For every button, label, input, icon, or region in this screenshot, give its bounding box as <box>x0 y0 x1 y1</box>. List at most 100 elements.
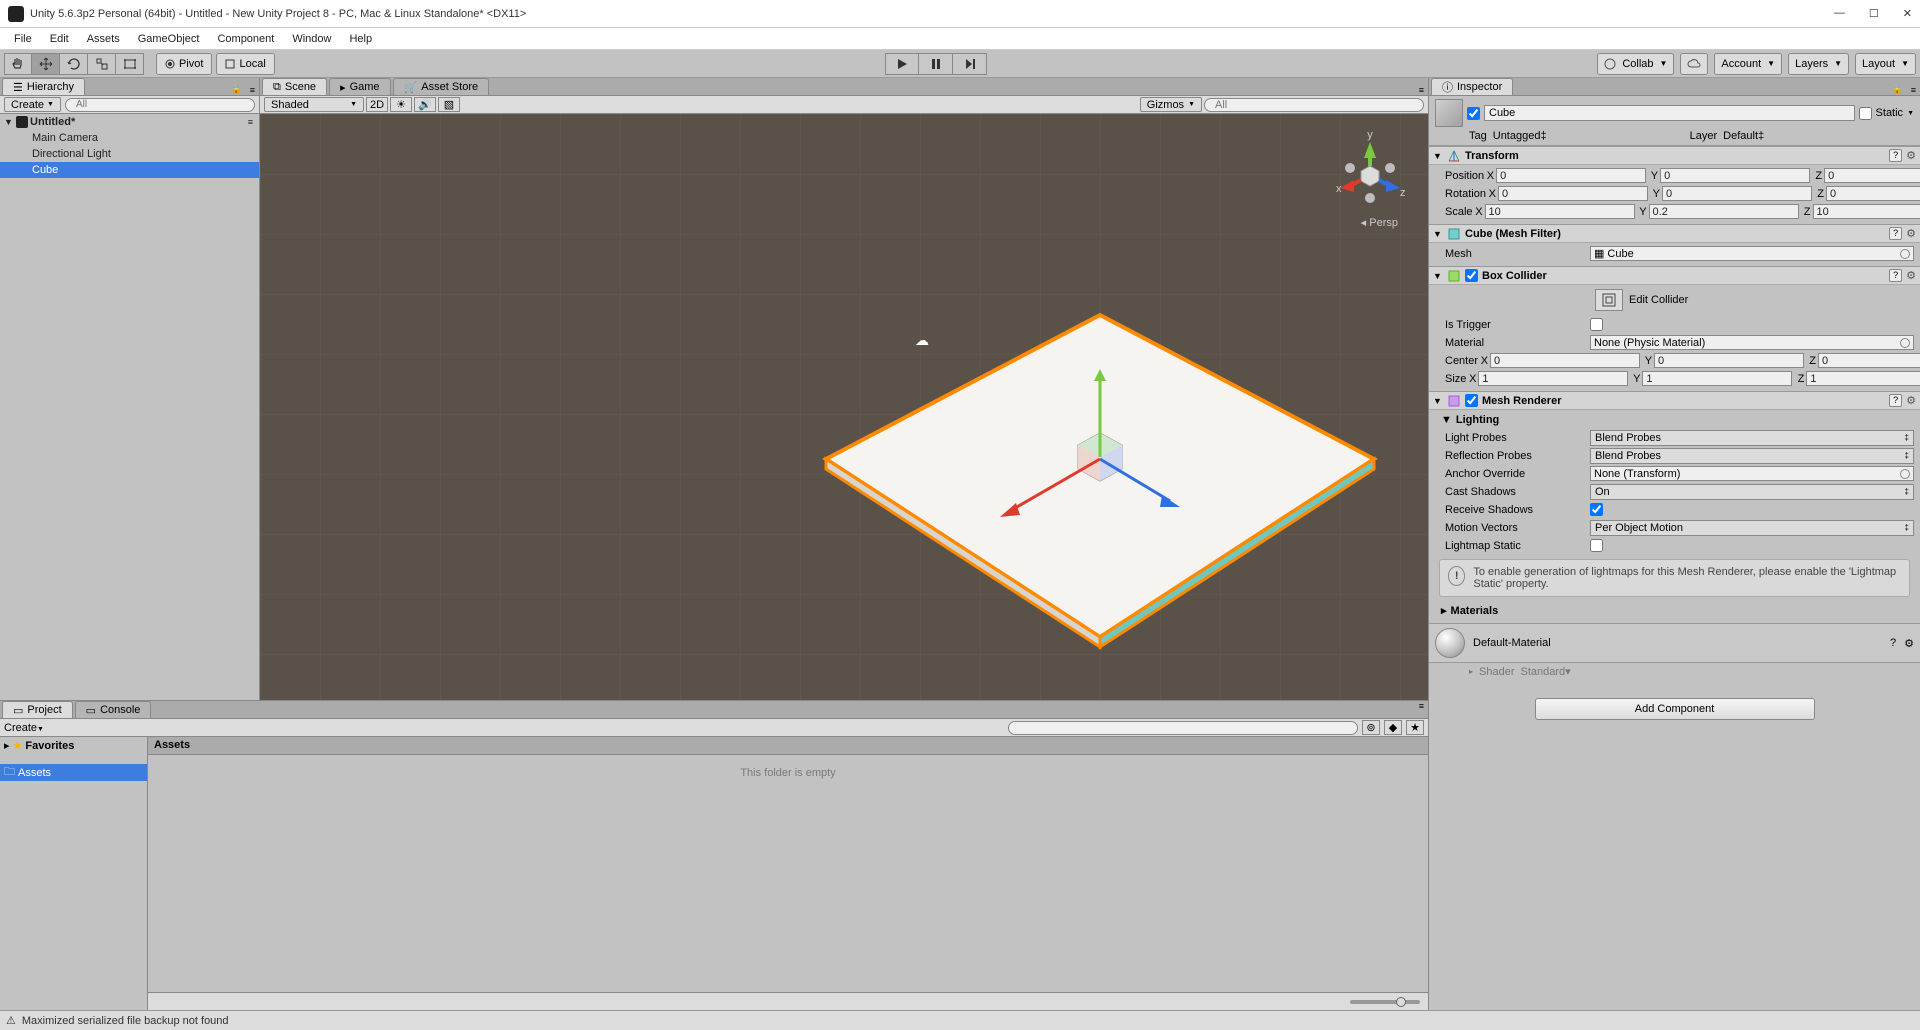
mesh-object-field[interactable]: ▦Cube <box>1590 246 1914 261</box>
static-dropdown-icon[interactable]: ▼ <box>1907 110 1914 117</box>
search-filter-type-button[interactable]: ⊚ <box>1362 720 1380 735</box>
istrigger-checkbox[interactable] <box>1590 318 1603 331</box>
size-z-input[interactable] <box>1806 371 1920 386</box>
meshrenderer-enable-checkbox[interactable] <box>1465 394 1478 407</box>
rotate-tool-button[interactable] <box>60 53 88 75</box>
anchor-object-field[interactable]: None (Transform) <box>1590 466 1914 481</box>
materials-foldout[interactable]: ▸ <box>1441 604 1447 617</box>
shading-mode-dropdown[interactable]: Shaded▼ <box>264 97 364 112</box>
center-z-input[interactable] <box>1818 353 1920 368</box>
project-create-dropdown[interactable]: Create▼ <box>4 722 44 734</box>
boxcollider-foldout[interactable]: ▼ <box>1433 271 1443 281</box>
object-picker-icon[interactable] <box>1900 249 1910 259</box>
material-settings-icon[interactable]: ⚙ <box>1904 637 1914 650</box>
hierarchy-item-main-camera[interactable]: Main Camera <box>0 130 259 146</box>
scale-x-input[interactable] <box>1485 204 1635 219</box>
console-tab[interactable]: ▭Console <box>75 701 152 718</box>
receiveshadows-checkbox[interactable] <box>1590 503 1603 516</box>
hierarchy-item-directional-light[interactable]: Directional Light <box>0 146 259 162</box>
project-favorites[interactable]: ▸★Favorites <box>0 737 147 754</box>
transform-help-icon[interactable]: ? <box>1889 149 1902 162</box>
material-help-icon[interactable]: ? <box>1890 637 1896 649</box>
layer-dropdown[interactable]: Default‡ <box>1723 130 1914 142</box>
transform-settings-icon[interactable]: ⚙ <box>1906 149 1916 162</box>
rotation-z-input[interactable] <box>1826 186 1920 201</box>
account-dropdown[interactable]: Account▼ <box>1714 53 1782 75</box>
hierarchy-scene-row[interactable]: ▼Untitled*≡ <box>0 114 259 130</box>
move-tool-button[interactable] <box>32 53 60 75</box>
layers-dropdown[interactable]: Layers▼ <box>1788 53 1849 75</box>
center-y-input[interactable] <box>1654 353 1804 368</box>
maximize-button[interactable]: ☐ <box>1869 7 1879 20</box>
rect-tool-button[interactable] <box>116 53 144 75</box>
play-button[interactable] <box>885 53 919 75</box>
gameobject-active-checkbox[interactable] <box>1467 107 1480 120</box>
game-tab[interactable]: ▸Game <box>329 78 391 95</box>
toggle-2d-button[interactable]: 2D <box>366 97 388 112</box>
asset-store-tab[interactable]: 🛒Asset Store <box>393 78 490 95</box>
cloud-button[interactable] <box>1680 53 1708 75</box>
menu-help[interactable]: Help <box>341 31 380 47</box>
physmat-object-field[interactable]: None (Physic Material) <box>1590 335 1914 350</box>
position-x-input[interactable] <box>1496 168 1646 183</box>
scene-menu-icon[interactable]: ≡ <box>248 117 259 127</box>
hand-tool-button[interactable] <box>4 53 32 75</box>
lightmapstatic-checkbox[interactable] <box>1590 539 1603 552</box>
projection-label[interactable]: ◂ Persp <box>1361 216 1398 229</box>
gameobject-icon[interactable] <box>1435 99 1463 127</box>
project-tab[interactable]: ▭Project <box>2 701 73 718</box>
menu-file[interactable]: File <box>6 31 40 47</box>
scene-panel-menu-icon[interactable]: ≡ <box>1415 85 1428 95</box>
inspector-menu-icon[interactable]: ≡ <box>1907 85 1920 95</box>
meshrenderer-help-icon[interactable]: ? <box>1889 394 1902 407</box>
transform-foldout[interactable]: ▼ <box>1433 151 1443 161</box>
shader-dropdown[interactable]: Standard▾ <box>1521 665 1915 678</box>
project-assets-folder[interactable]: 🗀Assets <box>0 764 147 781</box>
menu-window[interactable]: Window <box>284 31 339 47</box>
toggle-audio-button[interactable]: 🔊 <box>414 97 436 112</box>
edit-collider-button[interactable] <box>1595 289 1623 311</box>
menu-edit[interactable]: Edit <box>42 31 77 47</box>
project-panel-menu-icon[interactable]: ≡ <box>1415 701 1428 718</box>
hierarchy-create-dropdown[interactable]: Create▼ <box>4 97 61 112</box>
rotation-x-input[interactable] <box>1498 186 1648 201</box>
hierarchy-menu-icon[interactable]: ≡ <box>246 85 259 95</box>
hierarchy-tab[interactable]: ☰Hierarchy <box>2 78 85 95</box>
boxcollider-enable-checkbox[interactable] <box>1465 269 1478 282</box>
scene-tab[interactable]: ⧉Scene <box>262 78 327 95</box>
close-button[interactable]: ✕ <box>1903 7 1912 20</box>
step-button[interactable] <box>953 53 987 75</box>
menu-component[interactable]: Component <box>209 31 282 47</box>
object-picker-icon[interactable] <box>1900 469 1910 479</box>
motionvectors-dropdown[interactable]: Per Object Motion‡ <box>1590 520 1914 536</box>
layout-dropdown[interactable]: Layout▼ <box>1855 53 1916 75</box>
menu-gameobject[interactable]: GameObject <box>130 31 208 47</box>
pivot-toggle[interactable]: Pivot <box>156 53 212 75</box>
hierarchy-item-cube[interactable]: Cube <box>0 162 259 178</box>
castshadows-dropdown[interactable]: On‡ <box>1590 484 1914 500</box>
position-y-input[interactable] <box>1660 168 1810 183</box>
position-z-input[interactable] <box>1824 168 1920 183</box>
size-y-input[interactable] <box>1642 371 1792 386</box>
project-icon-size-slider[interactable] <box>148 992 1428 1010</box>
project-breadcrumb[interactable]: Assets <box>148 737 1428 755</box>
minimize-button[interactable]: — <box>1834 7 1845 20</box>
boxcollider-help-icon[interactable]: ? <box>1889 269 1902 282</box>
search-filter-label-button[interactable]: ◆ <box>1384 720 1402 735</box>
scale-z-input[interactable] <box>1813 204 1920 219</box>
local-toggle[interactable]: Local <box>216 53 274 75</box>
scale-tool-button[interactable] <box>88 53 116 75</box>
tag-dropdown[interactable]: Untagged‡ <box>1493 130 1684 142</box>
material-row[interactable]: Default-Material ? ⚙ <box>1429 623 1920 663</box>
scene-viewport[interactable]: ☁ ✺ <box>260 114 1428 700</box>
size-x-input[interactable] <box>1478 371 1628 386</box>
gizmos-dropdown[interactable]: Gizmos▼ <box>1140 97 1202 112</box>
add-component-button[interactable]: Add Component <box>1535 698 1815 720</box>
meshfilter-foldout[interactable]: ▼ <box>1433 229 1443 239</box>
lighting-foldout[interactable]: ▼ <box>1441 414 1452 426</box>
scale-y-input[interactable] <box>1649 204 1799 219</box>
rotation-y-input[interactable] <box>1662 186 1812 201</box>
meshrenderer-settings-icon[interactable]: ⚙ <box>1906 394 1916 407</box>
meshrenderer-foldout[interactable]: ▼ <box>1433 396 1443 406</box>
boxcollider-settings-icon[interactable]: ⚙ <box>1906 269 1916 282</box>
